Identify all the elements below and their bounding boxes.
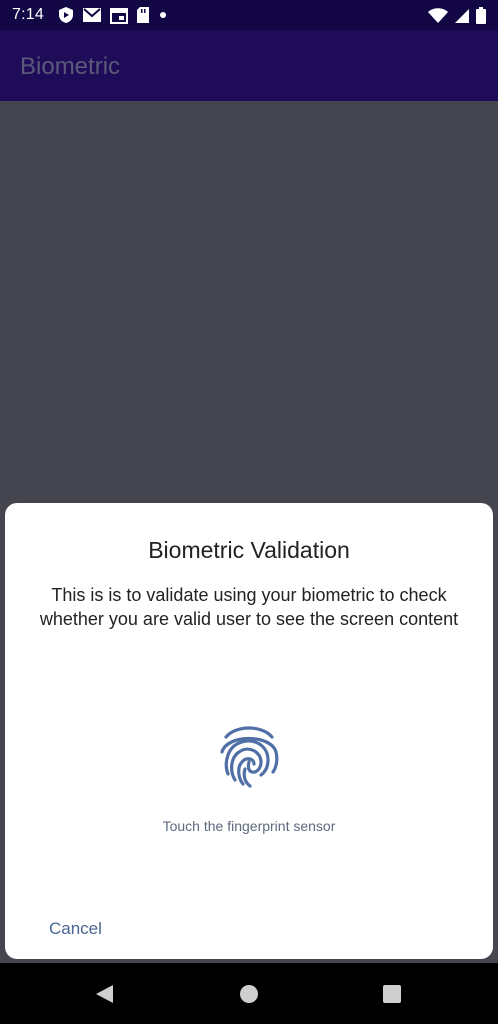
gmail-icon bbox=[83, 8, 101, 22]
dialog-title: Biometric Validation bbox=[148, 537, 350, 563]
status-time: 7:14 bbox=[12, 6, 44, 23]
app-bar: Biometric bbox=[0, 30, 498, 101]
dialog-description: This is is to validate using your biomet… bbox=[39, 585, 459, 629]
shield-play-icon bbox=[59, 7, 73, 23]
dot-icon bbox=[160, 12, 166, 18]
battery-icon bbox=[476, 7, 486, 24]
fingerprint-hint: Touch the fingerprint sensor bbox=[162, 818, 336, 834]
notification-icons bbox=[58, 6, 168, 24]
sd-card-icon bbox=[137, 7, 149, 23]
system-icons bbox=[428, 7, 486, 24]
back-icon bbox=[96, 985, 113, 1003]
biometric-dialog: Biometric Validation This is is to valid… bbox=[5, 503, 493, 959]
fingerprint-icon bbox=[220, 726, 279, 788]
signal-icon bbox=[455, 8, 469, 23]
home-button[interactable] bbox=[236, 981, 262, 1007]
recents-button[interactable] bbox=[379, 981, 405, 1007]
recents-icon bbox=[383, 985, 401, 1003]
back-button[interactable] bbox=[91, 981, 117, 1007]
wifi-icon bbox=[428, 7, 448, 23]
app-title: Biometric bbox=[20, 53, 121, 80]
cancel-button[interactable]: Cancel bbox=[39, 915, 112, 943]
status-bar: 7:14 bbox=[0, 0, 498, 30]
home-icon bbox=[240, 985, 258, 1003]
navigation-bar bbox=[0, 963, 498, 1024]
calendar-icon bbox=[110, 7, 128, 24]
